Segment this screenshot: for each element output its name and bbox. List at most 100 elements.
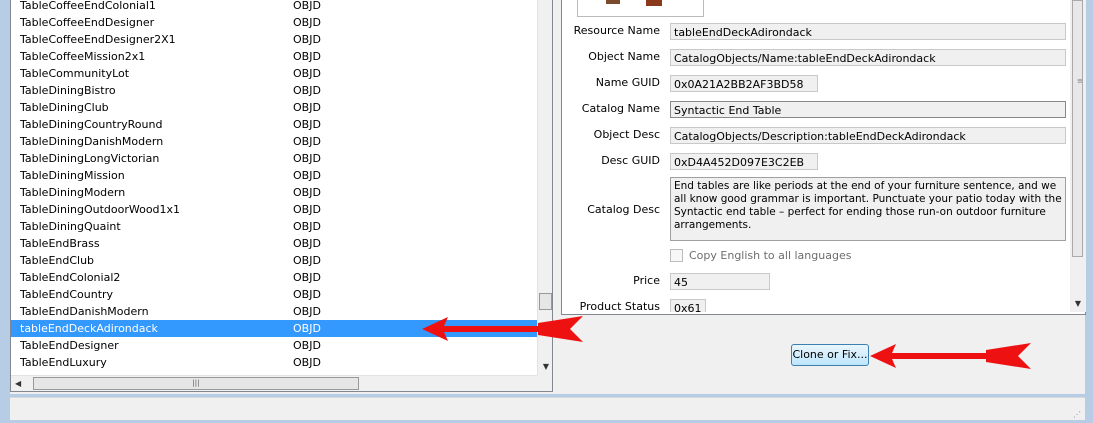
list-item-name: TableDiningModern [20, 186, 126, 199]
list-item[interactable]: TableDiningBistro OBJD [11, 82, 537, 99]
list-item-name: TableCoffeeEndColonial1 [20, 0, 156, 12]
desc-guid-label: Desc GUID [601, 154, 660, 167]
list-item-name: TableCommunityLot [20, 67, 130, 80]
list-item[interactable]: TableCommunityLot OBJD [11, 65, 537, 82]
list-item[interactable]: TableEndLuxury OBJD [11, 354, 537, 371]
list-item-name: TableEndDesigner [20, 339, 119, 352]
list-item[interactable]: TableEndBrass OBJD [11, 235, 537, 252]
list-item-type: OBJD [293, 220, 321, 233]
list-item-name: TableCoffeeEndDesigner2X1 [20, 33, 176, 46]
scrollbar-corner [537, 375, 552, 391]
list-item-type: OBJD [293, 339, 321, 352]
list-item[interactable]: TableEndClub OBJD [11, 252, 537, 269]
list-item-type: OBJD [293, 322, 321, 335]
list-item[interactable]: TableCoffeeEndDesigner OBJD [11, 14, 537, 31]
list-item-type: OBJD [293, 50, 321, 63]
list-item[interactable]: TableEndCountry OBJD [11, 286, 537, 303]
list-item[interactable]: TableDiningMission OBJD [11, 167, 537, 184]
resource-name-field[interactable]: tableEndDeckAdirondack [670, 23, 1066, 40]
thumbnail-part [606, 0, 620, 4]
list-item-type: OBJD [293, 356, 321, 369]
list-item-type: OBJD [293, 16, 321, 29]
price-label: Price [633, 274, 660, 287]
list-item-type: OBJD [293, 305, 321, 318]
catalog-name-label: Catalog Name [581, 102, 660, 115]
list-item-type: OBJD [293, 254, 321, 267]
list-item-type: OBJD [293, 152, 321, 165]
detail-scroll-thumb[interactable]: ≡ [1072, 0, 1083, 257]
clone-or-fix-button[interactable]: Clone or Fix... [791, 344, 869, 366]
list-item-type: OBJD [293, 186, 321, 199]
list-vertical-scroll-thumb[interactable] [539, 293, 552, 310]
detail-vertical-scrollbar[interactable]: ≡ ▼ [1070, 0, 1086, 312]
price-field[interactable]: 45 [670, 273, 770, 290]
list-horizontal-scrollbar[interactable]: ◀ ||| [11, 375, 537, 391]
status-bar: ⋰ [10, 397, 1085, 420]
list-item[interactable]: TableDiningModern OBJD [11, 184, 537, 201]
catalog-desc-field[interactable]: End tables are like periods at the end o… [670, 177, 1066, 241]
list-item-name: TableEndLuxury [20, 356, 107, 369]
list-item[interactable]: TableCoffeeEndDesigner2X1 OBJD [11, 31, 537, 48]
list-item-name: TableEndDanishModern [20, 305, 149, 318]
desc-guid-field[interactable]: 0xD4A452D097E3C2EB [670, 153, 818, 170]
list-item[interactable]: TableCoffeeMission2x1 OBJD [11, 48, 537, 65]
list-item[interactable]: TableDiningQuaint OBJD [11, 218, 537, 235]
list-item-name: TableEndBrass [20, 237, 100, 250]
list-item[interactable]: TableDiningDanishModern OBJD [11, 133, 537, 150]
catalog-name-field[interactable]: Syntactic End Table [670, 101, 1066, 118]
list-item[interactable]: TableDiningOutdoorWood1x1 OBJD [11, 201, 537, 218]
object-name-label: Object Name [588, 50, 660, 63]
app-window: TableCoffeeEndColonial1 OBJD TableCoffeeEn… [0, 0, 1093, 423]
copy-english-checkbox[interactable] [670, 249, 683, 262]
list-item-type: OBJD [293, 67, 321, 80]
list-item-type: OBJD [293, 33, 321, 46]
list-item-name: TableDiningLongVictorian [20, 152, 160, 165]
thumbnail-part [646, 0, 662, 6]
product-status-field[interactable]: 0x61 [670, 299, 706, 312]
list-item[interactable]: TableDiningLongVictorian OBJD [11, 150, 537, 167]
list-item-name: TableDiningClub [20, 101, 109, 114]
list-item-type: OBJD [293, 0, 321, 12]
list-item-name: TableEndColonial2 [20, 271, 121, 284]
catalog-desc-label: Catalog Desc [587, 203, 660, 216]
list-item[interactable]: TableDiningClub OBJD [11, 99, 537, 116]
scroll-down-arrow-icon[interactable]: ▼ [1070, 296, 1086, 312]
object-desc-field[interactable]: CatalogObjects/Description:tableEndDeckA… [670, 127, 1066, 144]
list-item[interactable]: TableDiningCountryRound OBJD [11, 116, 537, 133]
red-arrow-icon [870, 343, 1031, 369]
list-horizontal-scroll-thumb[interactable]: ||| [33, 377, 359, 390]
list-item-type: OBJD [293, 118, 321, 131]
list-item[interactable]: TableCoffeeEndColonial1 OBJD [11, 0, 537, 14]
list-item-type: OBJD [293, 101, 321, 114]
list-item-type: OBJD [293, 84, 321, 97]
list-item-name: tableEndDeckAdirondack [20, 322, 158, 335]
scroll-down-arrow-icon[interactable]: ▼ [538, 359, 552, 375]
list-item-type: OBJD [293, 169, 321, 182]
object-desc-label: Object Desc [593, 128, 660, 141]
list-item-type: OBJD [293, 288, 321, 301]
product-status-label: Product Status [579, 300, 660, 312]
thumbnail-preview [577, 0, 704, 17]
resize-grip-icon[interactable]: ⋰ [1073, 411, 1081, 419]
list-item-name: TableEndClub [20, 254, 95, 267]
object-name-field[interactable]: CatalogObjects/Name:tableEndDeckAdironda… [670, 49, 1066, 66]
name-guid-label: Name GUID [595, 76, 660, 89]
list-item-name: TableDiningCountryRound [20, 118, 163, 131]
red-arrow-icon [422, 316, 583, 342]
grip-icon: ≡ [1077, 77, 1083, 85]
list-item-name: TableDiningMission [20, 169, 125, 182]
list-item-name: TableDiningQuaint [20, 220, 121, 233]
list-item-name: TableDiningDanishModern [20, 135, 164, 148]
list-item-type: OBJD [293, 271, 321, 284]
list-item-name: TableEndCountry [20, 288, 114, 301]
list-item-name: TableDiningOutdoorWood1x1 [20, 203, 181, 216]
copy-english-label: Copy English to all languages [689, 249, 852, 262]
list-item-type: OBJD [293, 135, 321, 148]
list-item-name: TableDiningBistro [20, 84, 116, 97]
resource-name-label: Resource Name [573, 24, 660, 37]
scroll-left-arrow-icon[interactable]: ◀ [15, 376, 21, 391]
list-item[interactable]: TableEndColonial2 OBJD [11, 269, 537, 286]
name-guid-field[interactable]: 0x0A21A2BB2AF3BD58 [670, 75, 818, 92]
list-item-type: OBJD [293, 203, 321, 216]
detail-panel: Resource Name tableEndDeckAdirondack Obj… [561, 0, 1086, 394]
